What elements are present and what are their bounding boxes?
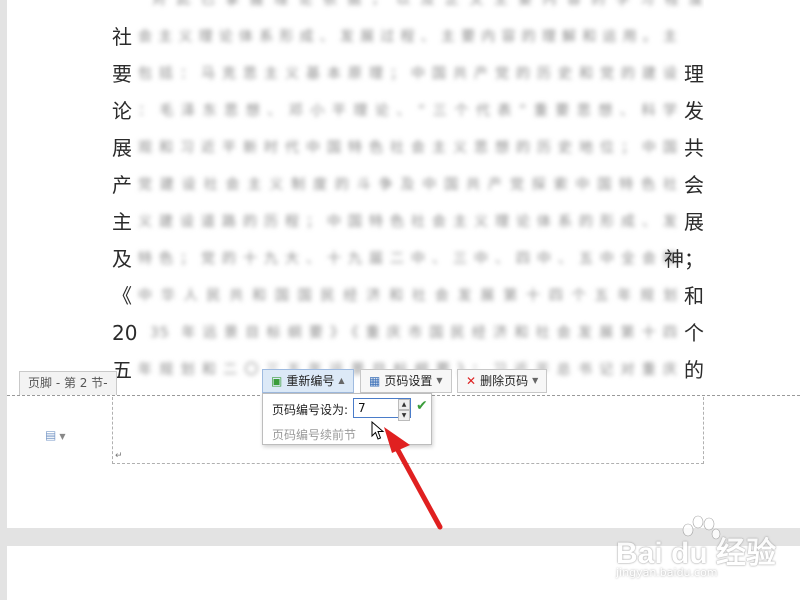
text-line: 社会主义理论体系形成、发展过程、主要内容的理解和运用。主 [112, 19, 704, 56]
text-line: 主义建设道路的历程；中国特色社会主义理论体系的形成、发展 [112, 204, 704, 241]
text-line-first: 论 [112, 99, 132, 123]
text-line: 展观和习近平新时代中国特色社会主义思想的历史地位；中国共 [112, 130, 704, 167]
text-line: 20 35 年远景目标纲要》《重庆市国民经济和社会发展第十四个 [112, 315, 704, 352]
decrement-icon[interactable]: ▼ [398, 410, 410, 421]
text-line-first: 及 [112, 247, 132, 271]
confirm-check-icon[interactable]: ✔ [416, 398, 428, 414]
delete-label: 删除页码 [480, 374, 529, 388]
text-line-mid: 中华人民共和国国民经济和社会发展第十四个五年规划 [138, 288, 678, 304]
renumber-button[interactable]: ▣ 重新编号 ▲ [262, 369, 354, 393]
paragraph-mark-icon: ↵ [115, 451, 123, 461]
text-line-mid: 特色；党的十九大、十九届二中、三中、四中、五中全会精 [138, 251, 678, 267]
text-line-last: 展 [684, 210, 704, 234]
page-setup-icon: ▦ [369, 374, 381, 388]
text-line-first: 展 [112, 136, 132, 160]
text-line-first: 20 [112, 321, 138, 345]
text-line-last: 个 [684, 321, 704, 345]
text-line: 及特色；党的十九大、十九届二中、三中、四中、五中全会精 神； [112, 241, 704, 278]
chevron-down-icon: ▼ [436, 376, 443, 385]
page-number-stepper[interactable]: ▲ ▼ [398, 399, 410, 421]
renumber-label: 重新编号 [286, 374, 335, 388]
footer-section-label: 页脚 - 第 2 节- [19, 371, 117, 395]
text-line: 要包括：马克思主义基本原理；中国共产党的历史和党的建设理 [112, 56, 704, 93]
baidu-watermark: Bai du 经验 jingyan.baidu.com [612, 512, 797, 592]
text-line-first: 《 [112, 284, 132, 308]
delete-page-number-button[interactable]: ✕ 删除页码 ▼ [457, 369, 548, 393]
text-line-last: 发 [684, 99, 704, 123]
document-body[interactable]: 对此已掌握理论依据，以及正文主要内容的学习程度社会主义理论体系形成、发展过程、主… [112, 0, 704, 389]
document-icon: ▤ [45, 428, 57, 442]
set-number-label: 页码编号设为: [272, 403, 349, 417]
page-setup-label: 页码设置 [384, 374, 433, 388]
text-line-mid: 35 年远景目标纲要》《重庆市国民经济和社会发展第十四 [150, 325, 678, 341]
text-line-last: 神； [664, 247, 704, 271]
chevron-up-icon: ▲ [338, 376, 345, 385]
text-line-mid: 对此已掌握理论依据，以及正文主要内容的学习程度 [152, 0, 704, 8]
text-line: 对此已掌握理论依据，以及正文主要内容的学习程度 [112, 0, 704, 19]
text-line-last: 和 [684, 284, 704, 308]
chevron-down-icon: ▼ [59, 432, 66, 441]
text-line-mid: 义建设道路的历程；中国特色社会主义理论体系的形成、发 [138, 214, 678, 230]
text-line-first: 社 [112, 25, 132, 49]
delete-icon: ✕ [466, 374, 477, 388]
renumber-icon: ▣ [271, 374, 283, 388]
text-line-mid: 包括：马克思主义基本原理；中国共产党的历史和党的建设 [138, 66, 678, 82]
text-line-mid: ：毛泽东思想、邓小平理论、“三个代表”重要思想、科学 [138, 103, 678, 119]
text-line-mid: 观和习近平新时代中国特色社会主义思想的历史地位；中国 [138, 140, 678, 156]
continue-previous-option[interactable]: 页码编号续前节 [272, 426, 356, 443]
text-line-last: 共 [684, 136, 704, 160]
text-line-mid: 会主义理论体系形成、发展过程、主要内容的理解和运用。主 [138, 29, 678, 45]
text-line-mid: 党建设社会主义制度的斗争及中国共产党探索中国特色社 [138, 177, 678, 193]
text-line-first: 产 [112, 173, 132, 197]
chevron-down-icon: ▼ [532, 376, 539, 385]
text-line: 产党建设社会主义制度的斗争及中国共产党探索中国特色社会 [112, 167, 704, 204]
text-line-last: 的 [684, 358, 704, 382]
watermark-url: jingyan.baidu.com [616, 566, 718, 579]
page-setup-button[interactable]: ▦ 页码设置 ▼ [360, 369, 452, 393]
text-line-first: 主 [112, 210, 132, 234]
text-line-first: 要 [112, 62, 132, 86]
text-line-last: 理 [684, 62, 704, 86]
pointer-arrow-icon [384, 427, 443, 530]
footer-options[interactable]: ▤ ▼ [45, 428, 66, 442]
text-line: 论 ：毛泽东思想、邓小平理论、“三个代表”重要思想、科学发 [112, 93, 704, 130]
increment-icon[interactable]: ▲ [398, 399, 410, 410]
text-line: 《中华人民共和国国民经济和社会发展第十四个五年规划和 [112, 278, 704, 315]
text-line-last: 会 [684, 173, 704, 197]
